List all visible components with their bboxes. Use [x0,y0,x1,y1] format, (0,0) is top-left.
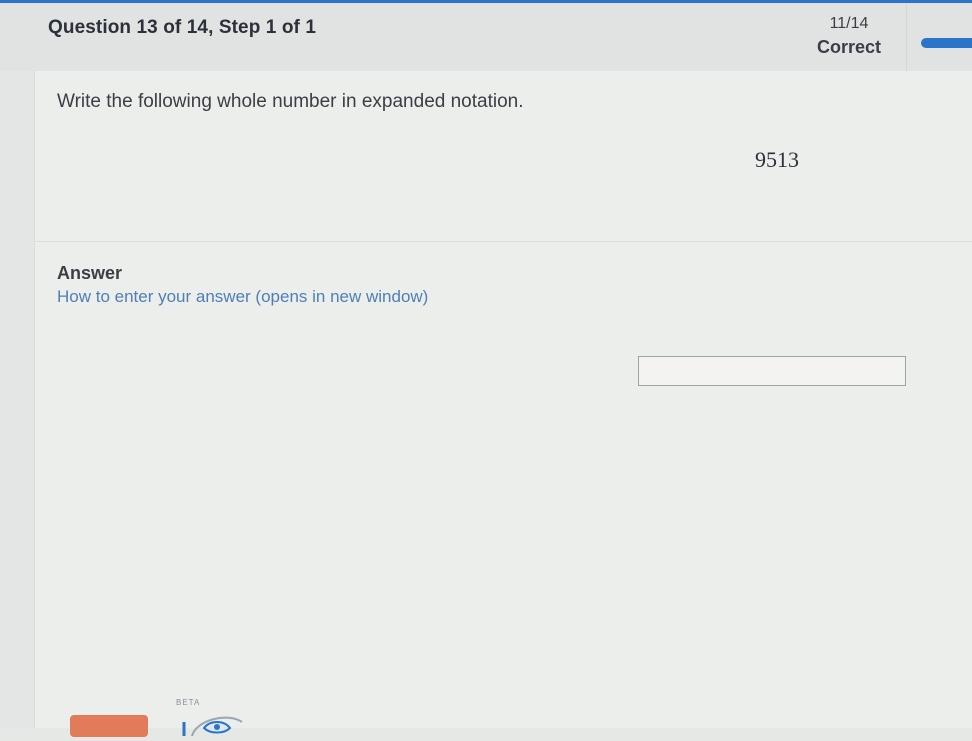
submit-button[interactable] [70,715,148,737]
answer-input[interactable] [638,356,906,386]
answer-heading: Answer [57,263,123,283]
score-box: 11/14 Correct [792,3,907,71]
question-area: Write the following whole number in expa… [35,71,972,242]
content-panel: Write the following whole number in expa… [35,71,972,728]
left-gutter [0,71,35,728]
eye-icon [180,706,244,741]
question-title: Question 13 of 14, Step 1 of 1 [48,17,317,38]
beta-widget[interactable]: BETA [172,696,246,737]
score-status: Correct [816,37,882,57]
how-to-enter-answer-link[interactable]: How to enter your answer (opens in new w… [57,287,428,307]
progress-indicator [921,38,972,48]
score-fraction: 11/14 [829,15,869,32]
question-header: Question 13 of 14, Step 1 of 1 11/14 Cor… [0,3,972,72]
question-instruction: Write the following whole number in expa… [57,91,524,112]
question-number: 9513 [755,147,799,172]
